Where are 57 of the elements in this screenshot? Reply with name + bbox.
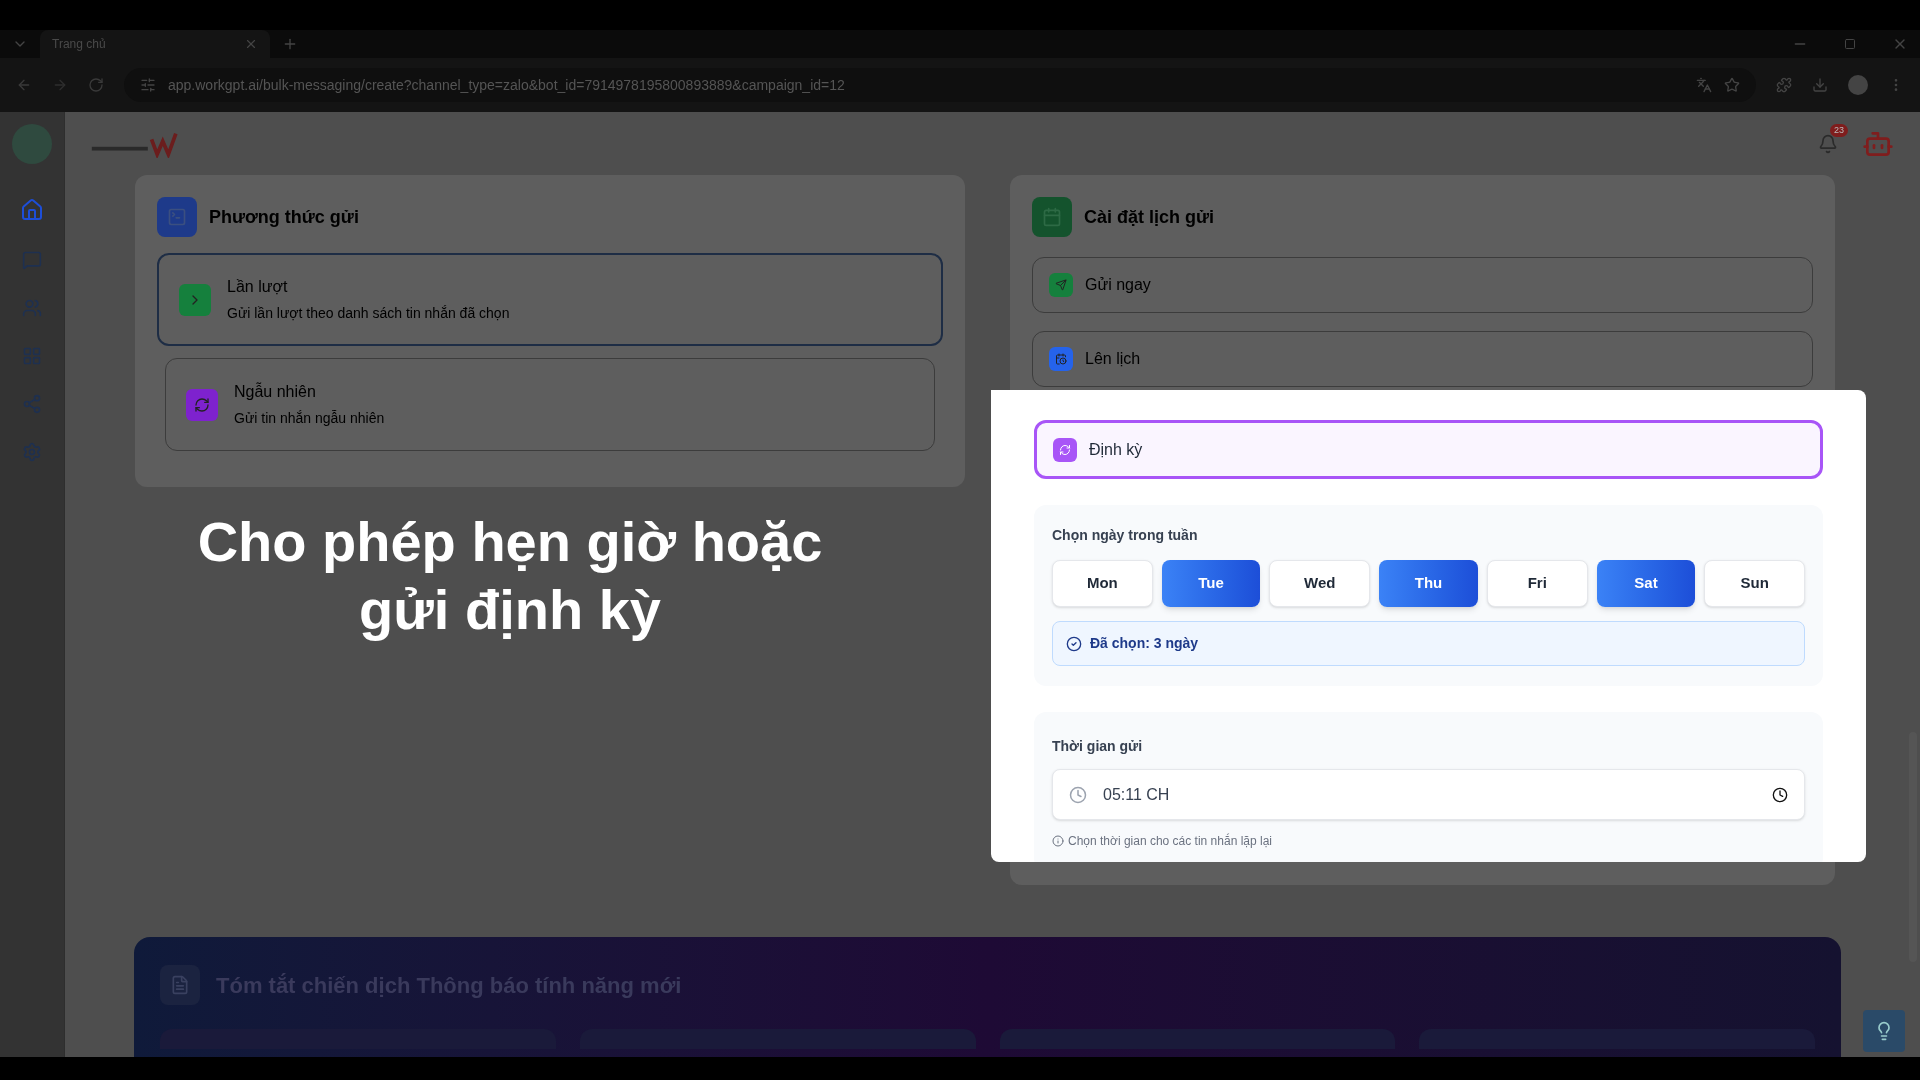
notification-badge: 23 <box>1830 123 1848 137</box>
star-icon[interactable] <box>1724 77 1740 93</box>
extensions-icon[interactable] <box>1776 77 1792 93</box>
day-button[interactable]: Wed <box>1269 560 1371 607</box>
document-icon <box>160 965 200 1005</box>
share-icon[interactable] <box>22 394 42 414</box>
option-card[interactable]: Ngẫu nhiên Gửi tin nhắn ngẫu nhiên <box>165 358 935 451</box>
schedule-option[interactable]: Gửi ngay <box>1032 257 1813 313</box>
clock-icon <box>1069 785 1087 804</box>
option-description: Gửi tin nhắn ngẫu nhiên <box>234 409 385 428</box>
option-card[interactable]: Lần lượt Gửi lần lượt theo danh sách tin nhắn đã chọn <box>157 253 943 346</box>
note-text: Đã chọn: 3 ngày <box>1090 634 1199 653</box>
chat-icon[interactable] <box>22 250 42 270</box>
maximize-icon[interactable] <box>1844 38 1856 50</box>
home-icon[interactable] <box>20 198 44 222</box>
terminal-icon <box>157 197 197 237</box>
schedule-option[interactable]: Lên lịch <box>1032 331 1813 387</box>
option-label: Lần lượt <box>227 277 289 297</box>
time-value: 05:11 CH <box>1103 784 1171 805</box>
day-button[interactable]: Tue <box>1161 560 1261 607</box>
option-description: Gửi lần lượt theo danh sách tin nhắn đã chọn <box>227 304 510 323</box>
option-label: Gửi ngay <box>1085 275 1151 295</box>
day-button[interactable]: Thu <box>1379 560 1478 607</box>
section-title: Chọn ngày trong tuần <box>1052 526 1199 545</box>
bell-icon[interactable] <box>1818 133 1838 154</box>
help-widget[interactable] <box>1863 1010 1905 1052</box>
clock-icon[interactable] <box>1772 786 1788 803</box>
schedule-option[interactable]: Định kỳ <box>1034 420 1823 479</box>
calendar-icon <box>1032 197 1072 237</box>
card-title: Phương thức gửi <box>209 205 359 229</box>
new-tab-icon[interactable] <box>282 36 298 52</box>
hint-text: Chọn thời gian cho các tin nhắn lặp lại <box>1068 832 1272 850</box>
check-circle-icon <box>1066 635 1082 652</box>
option-label: Lên lịch <box>1085 349 1141 369</box>
forward-icon[interactable] <box>52 77 68 93</box>
reload-icon[interactable] <box>88 77 104 93</box>
profile-avatar[interactable] <box>1848 75 1868 95</box>
day-button[interactable]: Sat <box>1596 560 1696 607</box>
address-bar[interactable]: app.workgpt.ai/bulk-messaging/create?channel_type=zalo&bot_id=7914978195800893889&campaign_id=12 <box>124 68 1756 102</box>
info-icon <box>1052 835 1064 847</box>
translate-icon[interactable] <box>1696 77 1712 93</box>
card-title: Cài đặt lịch gửi <box>1084 205 1215 229</box>
grid-icon[interactable] <box>22 346 42 366</box>
option-label: Ngẫu nhiên <box>234 381 317 402</box>
back-icon[interactable] <box>16 77 32 93</box>
time-input[interactable]: 05:11 CH <box>1052 769 1805 820</box>
close-icon[interactable] <box>244 37 258 51</box>
day-button[interactable]: Mon <box>1052 560 1153 607</box>
download-icon[interactable] <box>1812 77 1828 93</box>
option-label: Định kỳ <box>1089 439 1143 460</box>
users-icon[interactable] <box>22 298 42 318</box>
site-settings-icon[interactable] <box>140 77 156 93</box>
day-button[interactable]: Sun <box>1704 560 1806 607</box>
settings-icon[interactable] <box>22 442 42 462</box>
caption-text: Cho phép hẹn giờ hoặc gửi định kỳ <box>196 509 824 643</box>
day-button[interactable]: Fri <box>1486 560 1588 607</box>
section-title: Thời gian gửi <box>1052 737 1144 756</box>
